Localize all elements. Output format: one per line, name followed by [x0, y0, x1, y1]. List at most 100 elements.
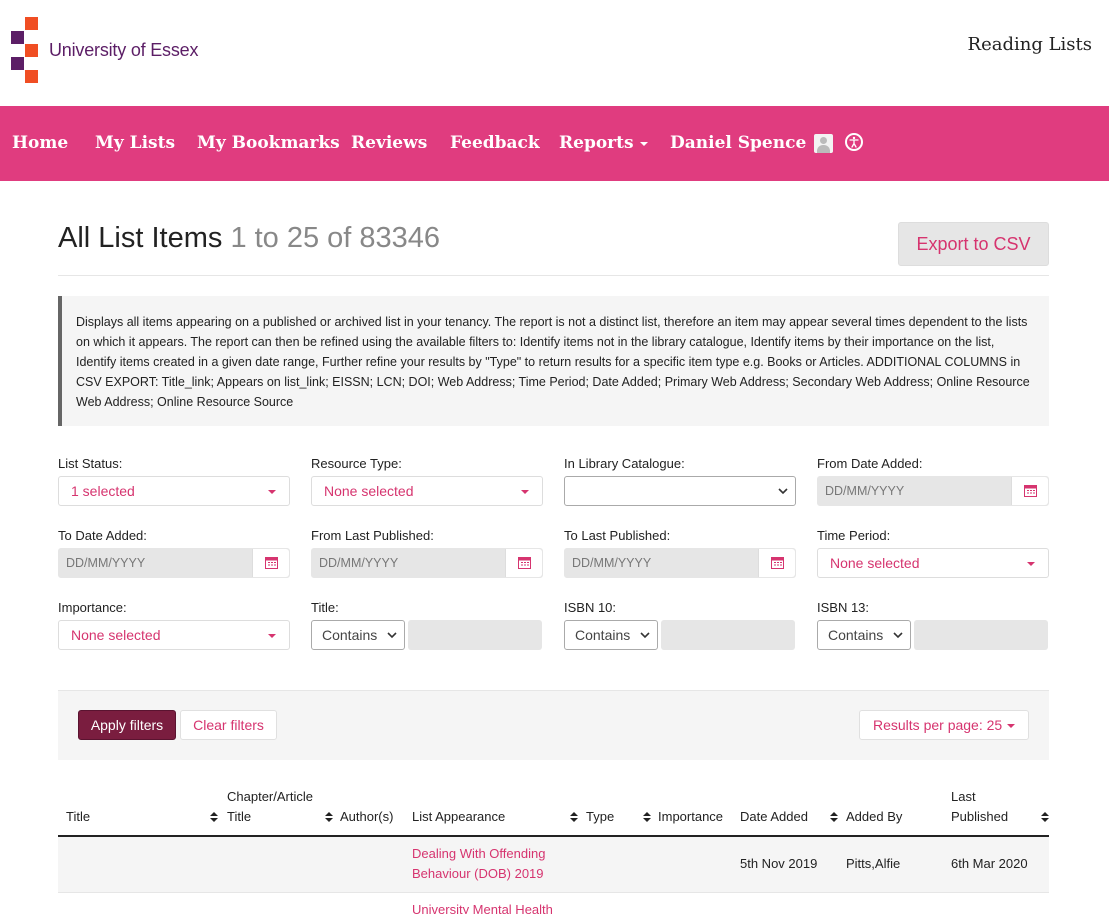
in-library-label: In Library Catalogue: [564, 456, 685, 471]
caret-down-icon [1027, 562, 1035, 566]
calendar-icon[interactable] [758, 549, 795, 577]
list-status-label: List Status: [58, 456, 123, 471]
cell-last-published: 6th Mar 2020 [951, 856, 1028, 871]
calendar-icon[interactable] [1011, 477, 1048, 505]
col-header-list-appearance[interactable]: List Appearance [412, 807, 505, 827]
sort-icon[interactable] [1041, 812, 1049, 823]
export-csv-button[interactable]: Export to CSV [898, 222, 1049, 266]
col-header-title[interactable]: Title [66, 807, 90, 827]
nav-reviews[interactable]: Reviews [351, 133, 427, 153]
time-period-value: None selected [830, 555, 920, 571]
time-period-label: Time Period: [817, 528, 891, 543]
col-header-added-by[interactable]: Added By [846, 807, 902, 827]
results-per-page-label: Results per page: 25 [873, 717, 1003, 733]
isbn10-operator-value: Contains [575, 627, 631, 643]
list-appearance-link[interactable]: University Mental Health [412, 900, 553, 914]
list-appearance-link[interactable]: Dealing With Offending Behaviour (DOB) 2… [412, 844, 545, 884]
logo-text[interactable]: University of Essex [49, 40, 198, 61]
col-header-chapter[interactable]: Chapter/Article Title [227, 787, 313, 827]
chevron-down-icon [639, 141, 648, 146]
nav-feedback[interactable]: Feedback [450, 133, 540, 153]
table-row [58, 837, 1049, 893]
nav-home[interactable]: Home [12, 133, 68, 153]
resource-type-label: Resource Type: [311, 456, 402, 471]
importance-dropdown[interactable]: None selected [58, 620, 290, 650]
col-header-last-published[interactable]: Last Published [951, 787, 1008, 827]
col-header-last-line1: Last [951, 789, 976, 804]
sort-icon[interactable] [830, 812, 838, 823]
from-last-published-placeholder: DD/MM/YYYY [319, 556, 399, 570]
sort-icon[interactable] [643, 812, 651, 823]
isbn13-input[interactable] [914, 620, 1048, 650]
nav-reports-label: Reports [559, 133, 634, 153]
site-header: University of Essex Reading Lists [0, 0, 1109, 106]
caret-down-icon [521, 490, 529, 494]
col-header-chapter-line1: Chapter/Article [227, 789, 313, 804]
user-name: Daniel Spence [670, 133, 807, 153]
col-header-date-added[interactable]: Date Added [740, 807, 808, 827]
page-title-text: All List Items [58, 222, 223, 254]
from-date-added-label: From Date Added: [817, 456, 923, 471]
nav-my-lists[interactable]: My Lists [95, 133, 175, 153]
isbn13-operator-select[interactable]: Contains [817, 620, 911, 650]
calendar-icon[interactable] [252, 549, 289, 577]
to-last-published-label: To Last Published: [564, 528, 671, 543]
caret-down-icon [1007, 724, 1015, 728]
app-title: Reading Lists [967, 34, 1092, 55]
clear-filters-button[interactable]: Clear filters [180, 710, 277, 740]
resource-type-value: None selected [324, 483, 414, 499]
nav-user-menu[interactable]: Daniel Spence [670, 133, 834, 153]
list-status-value: 1 selected [71, 483, 135, 499]
chevron-down-icon [387, 632, 397, 639]
apply-filters-button[interactable]: Apply filters [78, 710, 176, 740]
sort-icon[interactable] [325, 812, 333, 823]
col-header-last-line2: Published [951, 809, 1009, 824]
chevron-down-icon [640, 632, 650, 639]
caret-down-icon [268, 490, 276, 494]
title-operator-select[interactable]: Contains [311, 620, 405, 650]
cell-date-added: 5th Nov 2019 [740, 856, 818, 871]
nav-reports-dropdown[interactable]: Reports [559, 133, 648, 153]
cell-added-by: Pitts,Alfie [846, 856, 901, 871]
title-operator-value: Contains [322, 627, 378, 643]
from-date-added-placeholder: DD/MM/YYYY [825, 484, 905, 498]
chevron-down-icon [893, 632, 903, 639]
university-logo[interactable] [11, 17, 39, 83]
title-filter-input[interactable] [408, 620, 542, 650]
col-header-authors[interactable]: Author(s) [340, 807, 393, 827]
to-date-added-placeholder: DD/MM/YYYY [66, 556, 146, 570]
time-period-dropdown[interactable]: None selected [817, 548, 1049, 578]
col-header-chapter-line2: Title [227, 809, 252, 824]
to-last-published-input[interactable]: DD/MM/YYYY [564, 548, 796, 578]
sort-icon[interactable] [210, 812, 218, 823]
isbn10-operator-select[interactable]: Contains [564, 620, 658, 650]
isbn13-label: ISBN 13: [817, 600, 870, 615]
nav-my-bookmarks[interactable]: My Bookmarks [197, 133, 340, 153]
col-header-type[interactable]: Type [586, 807, 614, 827]
resource-type-dropdown[interactable]: None selected [311, 476, 543, 506]
isbn10-label: ISBN 10: [564, 600, 617, 615]
user-avatar-icon [814, 134, 834, 153]
col-header-importance[interactable]: Importance [658, 807, 723, 827]
isbn10-input[interactable] [661, 620, 795, 650]
chevron-down-icon [778, 488, 788, 495]
importance-value: None selected [71, 627, 161, 643]
calendar-icon[interactable] [505, 549, 542, 577]
caret-down-icon [268, 634, 276, 638]
isbn13-operator-value: Contains [828, 627, 884, 643]
page-title: All List Items 1 to 25 of 83346 [58, 222, 440, 255]
from-last-published-label: From Last Published: [311, 528, 434, 543]
results-per-page-dropdown[interactable]: Results per page: 25 [859, 710, 1029, 740]
to-date-added-input[interactable]: DD/MM/YYYY [58, 548, 290, 578]
importance-label: Importance: [58, 600, 127, 615]
result-range: 1 to 25 of 83346 [230, 222, 441, 254]
from-last-published-input[interactable]: DD/MM/YYYY [311, 548, 543, 578]
sort-icon[interactable] [570, 812, 578, 823]
in-library-select[interactable] [564, 476, 796, 506]
divider [58, 275, 1049, 276]
from-date-added-input[interactable]: DD/MM/YYYY [817, 476, 1049, 506]
list-status-dropdown[interactable]: 1 selected [58, 476, 290, 506]
accessibility-icon[interactable] [845, 133, 863, 151]
report-description: Displays all items appearing on a publis… [58, 296, 1049, 426]
title-filter-label: Title: [311, 600, 339, 615]
